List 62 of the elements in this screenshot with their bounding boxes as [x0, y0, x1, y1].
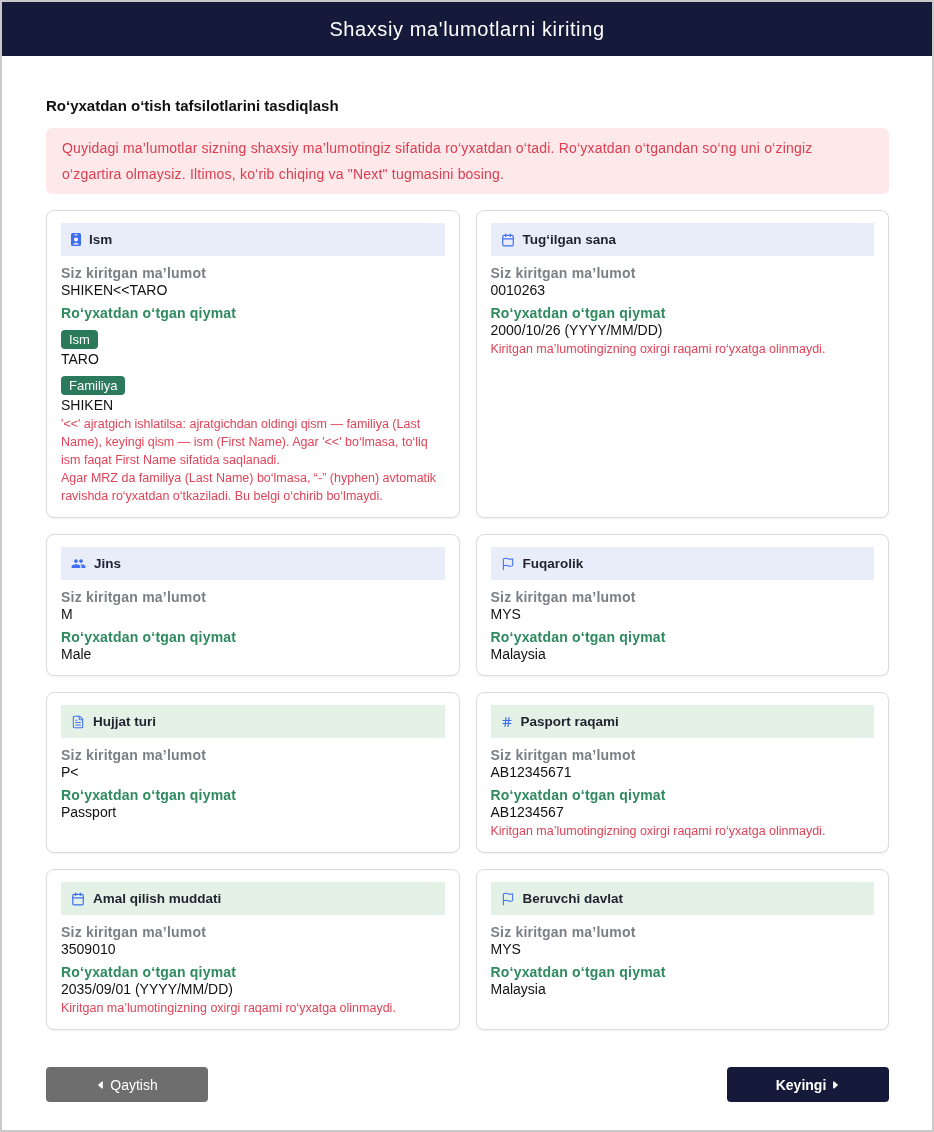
back-button[interactable]: Qaytish: [46, 1067, 208, 1102]
field-title: Amal qilish muddati: [93, 891, 222, 906]
input-label: Siz kiritgan ma’lumot: [490, 747, 636, 764]
registered-value: Passport: [61, 804, 117, 821]
registered-label: Ro‘yxatdan o‘tgan qiymat: [61, 305, 237, 322]
field-title: Fuqarolik: [522, 556, 584, 571]
input-label: Siz kiritgan ma’lumot: [490, 589, 636, 606]
flag-icon: [500, 556, 515, 571]
calendar-icon: [71, 891, 85, 906]
field-title: Pasport raqami: [520, 714, 619, 729]
field-title: Hujjat turi: [93, 714, 156, 729]
input-label: Siz kiritgan ma’lumot: [490, 924, 636, 941]
registered-value: TARO: [61, 351, 99, 368]
alert-message: Quyidagi ma’lumotlar sizning shaxsiy ma’lumotingiz sifatida ro‘yxatdan o‘tadi. Ro‘yxatdan o‘tgandan so‘ng uni o‘zingiz o‘zgartira olmaysiz. Iltimos, ko‘rib chiqing va "Next" tugmasini bosing.: [46, 128, 889, 194]
caret-right-icon: [830, 1079, 841, 1090]
warning-note: Kiritgan ma’lumotingizning oxirgi raqami ro‘yxatga olinmaydi.: [490, 341, 826, 358]
input-value: MYS: [490, 941, 521, 958]
input-value: SHIKEN<<TARO: [61, 282, 168, 299]
registered-label: Ro‘yxatdan o‘tgan qiymat: [490, 629, 666, 646]
registered-label: Ro‘yxatdan o‘tgan qiymat: [490, 305, 666, 322]
next-button[interactable]: Keyingi: [727, 1067, 889, 1102]
warning-note: Kiritgan ma’lumotingizning oxirgi raqami ro‘yxatga olinmaydi.: [61, 1000, 396, 1017]
field-title: Jins: [94, 556, 121, 571]
field-title: Tug‘ilgan sana: [522, 232, 616, 247]
registered-label: Ro‘yxatdan o‘tgan qiymat: [490, 787, 666, 804]
input-value: M: [61, 606, 73, 623]
id-badge-icon: [71, 233, 81, 246]
registered-value: AB1234567: [490, 804, 564, 821]
input-value: 0010263: [490, 282, 545, 299]
registered-value: Malaysia: [490, 981, 546, 998]
flag-icon: [500, 891, 515, 906]
registered-label: Ro‘yxatdan o‘tgan qiymat: [490, 964, 666, 981]
name-part-tag: Familiya: [61, 376, 126, 395]
section-title: Ro‘yxatdan o‘tish tafsilotlarini tasdiqlash: [46, 96, 340, 116]
registered-label: Ro‘yxatdan o‘tgan qiymat: [61, 964, 237, 981]
hash-icon: [500, 715, 513, 728]
registered-label: Ro‘yxatdan o‘tgan qiymat: [61, 787, 237, 804]
calendar-icon: [500, 232, 515, 247]
input-label: Siz kiritgan ma’lumot: [61, 747, 206, 764]
registered-value: 2035/09/01 (YYYY/MM/DD): [61, 981, 233, 998]
input-label: Siz kiritgan ma’lumot: [490, 265, 636, 282]
warning-note: '<<' ajratgich ishlatilsa: ajratgichdan oldingi qism — familiya (Last Name), keyingi qism — ism (First Name). Agar '<<' bo‘lmasa, to‘liq ism faqat First Name sifatida saqlanadi.: [61, 416, 429, 469]
input-value: 3509010: [61, 941, 116, 958]
warning-note: Kiritgan ma’lumotingizning oxirgi raqami ro‘yxatga olinmaydi.: [490, 823, 826, 840]
input-value: AB12345671: [490, 764, 572, 781]
document-icon: [71, 714, 85, 729]
registered-value: 2000/10/26 (YYYY/MM/DD): [490, 322, 663, 339]
input-label: Siz kiritgan ma’lumot: [61, 924, 206, 941]
input-label: Siz kiritgan ma’lumot: [61, 589, 206, 606]
field-title: Beruvchi davlat: [522, 891, 624, 906]
registered-value: Male: [61, 646, 92, 663]
name-part-tag: Ism: [61, 330, 98, 349]
registered-label: Ro‘yxatdan o‘tgan qiymat: [61, 629, 237, 646]
field-title: Ism: [89, 232, 113, 247]
people-icon: [71, 556, 86, 571]
input-value: P<: [61, 764, 79, 781]
warning-note: Agar MRZ da familiya (Last Name) bo‘lmasa, “-” (hyphen) avtomatik ravishda ro‘yxatdan o‘tkaziladi. Bu belgi o‘chirib bo‘lmaydi.: [61, 470, 438, 505]
registered-value: Malaysia: [490, 646, 546, 663]
page-title: Shaxsiy ma'lumotlarni kiriting: [329, 17, 605, 41]
registered-value: SHIKEN: [61, 397, 114, 414]
input-label: Siz kiritgan ma’lumot: [61, 265, 206, 282]
input-value: MYS: [490, 606, 521, 623]
